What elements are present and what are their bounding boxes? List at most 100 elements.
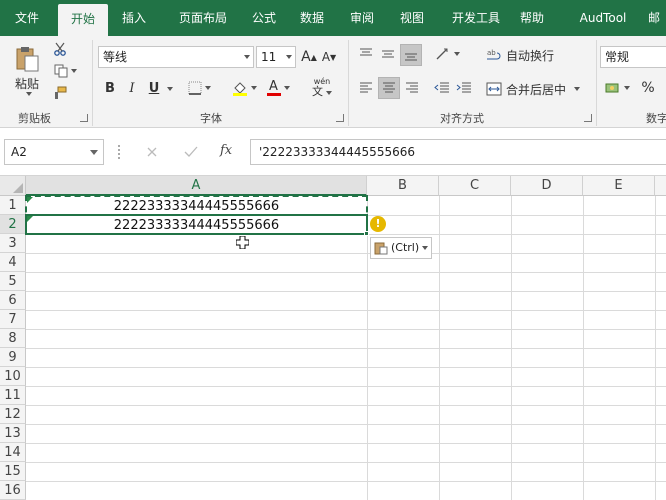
chevron-down-icon	[453, 52, 460, 56]
insert-function-button[interactable]: fx	[220, 143, 232, 158]
align-top-icon	[360, 48, 372, 56]
formula-buttons: fx	[112, 139, 248, 165]
row-header[interactable]: 5	[0, 272, 26, 291]
name-box[interactable]: A2	[4, 139, 104, 165]
phonetic-guide-button[interactable]: wén 文	[306, 74, 338, 100]
decrease-indent-button[interactable]	[432, 78, 452, 98]
align-right-button[interactable]	[402, 78, 422, 98]
wrap-text-icon: ab	[487, 49, 501, 60]
tab-view[interactable]: 视图	[392, 0, 432, 36]
alignment-dialog-launcher[interactable]	[584, 114, 592, 122]
row-header[interactable]: 3	[0, 234, 26, 253]
tab-help[interactable]: 帮助	[512, 0, 552, 36]
tab-insert[interactable]: 插入	[112, 0, 156, 36]
row-header[interactable]: 13	[0, 424, 26, 443]
column-header-c[interactable]: C	[439, 176, 511, 196]
font-name-combo[interactable]: 等线	[98, 46, 254, 68]
decrease-font-size-button[interactable]: A ▼	[320, 46, 338, 68]
gridline	[26, 386, 666, 387]
tab-review[interactable]: 审阅	[342, 0, 382, 36]
number-format-combo[interactable]: 常规	[600, 46, 666, 68]
enter-check-icon[interactable]	[184, 146, 198, 158]
paste-options-button[interactable]: (Ctrl)	[370, 237, 432, 259]
column-header-a[interactable]: A	[26, 176, 367, 196]
row-header[interactable]: 14	[0, 443, 26, 462]
gridline	[26, 253, 666, 254]
fill-color-button[interactable]	[230, 78, 258, 98]
copy-button[interactable]	[50, 62, 80, 80]
align-left-button[interactable]	[356, 78, 376, 98]
tab-audtool[interactable]: AudTool	[572, 0, 634, 36]
outdent-icon	[434, 82, 449, 93]
column-header-f[interactable]	[655, 176, 666, 196]
top-align-button[interactable]	[356, 44, 376, 64]
row-header[interactable]: 15	[0, 462, 26, 481]
column-header-d[interactable]: D	[511, 176, 583, 196]
font-dialog-launcher[interactable]	[336, 114, 344, 122]
drag-handle-icon[interactable]	[118, 145, 121, 159]
paste-dropdown-icon[interactable]	[25, 91, 32, 96]
italic-button[interactable]: I	[124, 78, 140, 98]
align-center-button[interactable]	[378, 77, 400, 99]
bottom-align-button[interactable]	[400, 44, 422, 66]
tab-file[interactable]: 文件	[4, 0, 50, 36]
chevron-down-icon	[283, 86, 290, 90]
column-header-b[interactable]: B	[367, 176, 439, 196]
ribbon-tab-bar: 文件 开始 插入 页面布局 公式 数据 审阅 视图 开发工具 帮助 AudToo…	[0, 0, 666, 36]
row-header[interactable]: 2	[0, 215, 26, 234]
middle-align-button[interactable]	[378, 44, 398, 64]
underline-dropdown-icon[interactable]	[167, 87, 173, 91]
row-header[interactable]: 4	[0, 253, 26, 272]
gridline	[26, 272, 666, 273]
chevron-down-icon[interactable]	[574, 87, 581, 91]
error-warning-icon[interactable]: !	[370, 216, 386, 232]
underline-button[interactable]: U	[146, 78, 162, 98]
merge-center-button[interactable]: 合并后居中	[486, 78, 584, 100]
accounting-format-button[interactable]	[602, 78, 632, 98]
percent-style-button[interactable]: %	[638, 78, 658, 98]
phonetic-icon: 文	[312, 85, 323, 98]
tab-home[interactable]: 开始	[58, 4, 108, 36]
bold-button[interactable]: B	[102, 78, 118, 98]
tab-data[interactable]: 数据	[292, 0, 332, 36]
fill-handle[interactable]	[364, 231, 369, 236]
orientation-button[interactable]	[432, 44, 462, 64]
paste-label: 粘贴	[14, 76, 39, 91]
cancel-icon[interactable]	[146, 146, 158, 158]
group-separator	[348, 40, 349, 126]
increase-font-size-button[interactable]: A ▲	[300, 46, 318, 68]
tab-page-layout[interactable]: 页面布局	[164, 0, 242, 36]
row-header[interactable]: 8	[0, 329, 26, 348]
format-painter-button[interactable]	[50, 84, 70, 102]
row-header[interactable]: 1	[0, 196, 26, 215]
row-header[interactable]: 10	[0, 367, 26, 386]
column-header-e[interactable]: E	[583, 176, 655, 196]
row-header[interactable]: 16	[0, 481, 26, 500]
merge-cells-icon	[486, 82, 502, 96]
cut-button[interactable]	[50, 40, 70, 58]
gridline	[26, 462, 666, 463]
row-header[interactable]: 12	[0, 405, 26, 424]
font-color-letter: A	[269, 79, 278, 94]
tab-mailings[interactable]: 邮	[648, 0, 666, 36]
tab-developer[interactable]: 开发工具	[444, 0, 508, 36]
paste-button[interactable]: 粘贴	[8, 42, 46, 98]
wrap-text-button[interactable]: ab 自动换行	[486, 44, 558, 66]
tab-formulas[interactable]: 公式	[244, 0, 284, 36]
font-color-button[interactable]: A	[264, 78, 292, 98]
copy-dropdown-icon[interactable]	[70, 69, 77, 73]
gridline	[26, 329, 666, 330]
font-size-combo[interactable]: 11	[256, 46, 296, 68]
row-header[interactable]: 11	[0, 386, 26, 405]
worksheet-grid[interactable]: A B C D E 1 2 3 4 5 6 7 8 9 10 11 12 13 …	[0, 176, 666, 500]
row-header[interactable]: 9	[0, 348, 26, 367]
row-header[interactable]: 7	[0, 310, 26, 329]
increase-indent-button[interactable]	[454, 78, 474, 98]
align-middle-icon	[382, 50, 394, 58]
select-all-button[interactable]	[0, 176, 26, 196]
chevron-down-icon[interactable]	[90, 150, 98, 155]
clipboard-dialog-launcher[interactable]	[80, 114, 88, 122]
formula-input[interactable]: '22223333344445555666	[250, 139, 666, 165]
borders-button[interactable]	[186, 78, 212, 98]
row-header[interactable]: 6	[0, 291, 26, 310]
